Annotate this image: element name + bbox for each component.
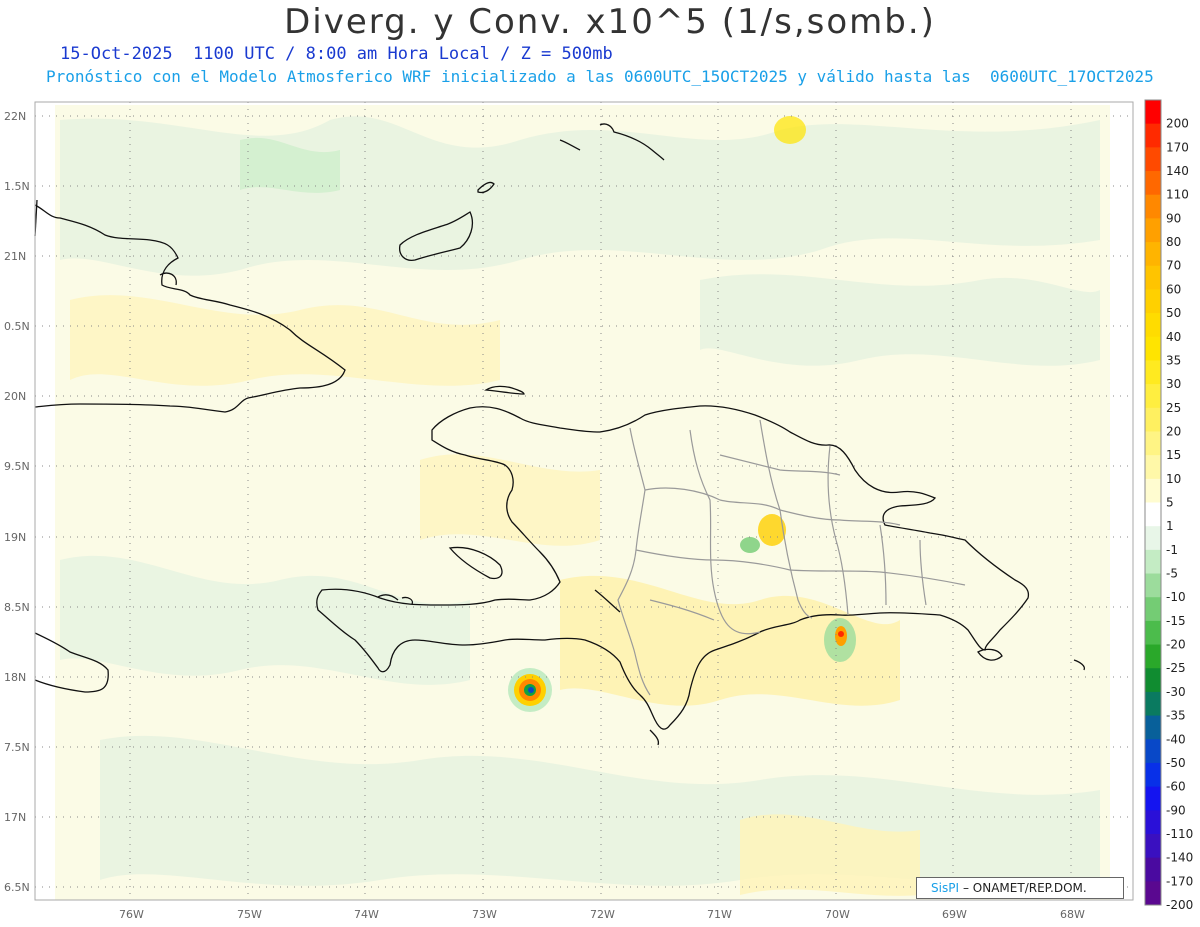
lon-label: 69W — [942, 908, 967, 921]
colorbar-swatch — [1145, 597, 1161, 622]
credit-box: SisPI – ONAMET/REP.DOM. — [916, 877, 1124, 899]
lat-label: 21N — [4, 250, 26, 263]
lat-label: 7.5N — [4, 741, 30, 754]
colorbar-label: 40 — [1166, 330, 1181, 344]
lat-label: 6.5N — [4, 881, 30, 894]
colorbar-label: -60 — [1166, 780, 1186, 794]
colorbar-swatch — [1145, 384, 1161, 409]
colorbar-label: 35 — [1166, 353, 1181, 367]
colorbar-label: 60 — [1166, 282, 1181, 296]
colorbar-swatch — [1145, 431, 1161, 456]
colorbar-swatch — [1145, 360, 1161, 385]
colorbar-swatch — [1145, 147, 1161, 172]
colorbar-label: 90 — [1166, 211, 1181, 225]
colorbar-label: 1 — [1166, 519, 1174, 533]
colorbar-swatch — [1145, 171, 1161, 196]
colorbar-swatch — [1145, 218, 1161, 243]
colorbar-swatch — [1145, 810, 1161, 835]
lat-label: 20N — [4, 390, 26, 403]
colorbar-label: -140 — [1166, 851, 1193, 865]
lat-label: 22N — [4, 110, 26, 123]
colorbar-label: 200 — [1166, 117, 1189, 131]
lon-label: 75W — [237, 908, 262, 921]
lon-label: 70W — [825, 908, 850, 921]
colorbar-label: 80 — [1166, 235, 1181, 249]
colorbar-label: -10 — [1166, 590, 1186, 604]
colorbar-label: 10 — [1166, 472, 1181, 486]
colorbar-label: -200 — [1166, 898, 1193, 912]
colorbar-swatch — [1145, 573, 1161, 598]
colorbar-label: 30 — [1166, 377, 1181, 391]
lat-label: 1.5N — [4, 180, 30, 193]
colorbar-label: -5 — [1166, 567, 1178, 581]
divergence-map: 22N 1.5N 21N 0.5N 20N 9.5N 19N 8.5N 18N … — [4, 99, 1193, 921]
colorbar-swatch — [1145, 857, 1161, 882]
colorbar-swatch — [1145, 100, 1161, 125]
lat-label: 19N — [4, 531, 26, 544]
colorbar-label: 170 — [1166, 140, 1189, 154]
colorbar-label: -30 — [1166, 685, 1186, 699]
colorbar-swatch — [1145, 194, 1161, 219]
lat-label: 0.5N — [4, 320, 30, 333]
colorbar-swatch — [1145, 313, 1161, 338]
colorbar-label: 25 — [1166, 401, 1181, 415]
lon-label: 72W — [590, 908, 615, 921]
lat-label: 9.5N — [4, 460, 30, 473]
lon-label: 73W — [472, 908, 497, 921]
colorbar-swatch — [1145, 526, 1161, 551]
colorbar-label: 70 — [1166, 259, 1181, 273]
colorbar-label: 110 — [1166, 188, 1189, 202]
lon-label: 76W — [119, 908, 144, 921]
lat-label: 8.5N — [4, 601, 30, 614]
colorbar-label: -90 — [1166, 803, 1186, 817]
colorbar-label: 50 — [1166, 306, 1181, 320]
colorbar-label: -40 — [1166, 732, 1186, 746]
colorbar-swatch — [1145, 739, 1161, 764]
colorbar-swatch — [1145, 786, 1161, 811]
colorbar-swatch — [1145, 715, 1161, 740]
colorbar-swatch — [1145, 336, 1161, 361]
colorbar-label: -15 — [1166, 614, 1186, 628]
lon-label: 68W — [1060, 908, 1085, 921]
colorbar-swatch — [1145, 881, 1161, 906]
colorbar-label: 5 — [1166, 496, 1174, 510]
colorbar-swatch — [1145, 407, 1161, 432]
colorbar-label: 20 — [1166, 424, 1181, 438]
lat-label: 17N — [4, 811, 26, 824]
colorbar-swatch — [1145, 455, 1161, 480]
colorbar-label: -170 — [1166, 874, 1193, 888]
colorbar-swatch — [1145, 265, 1161, 290]
lon-label: 71W — [707, 908, 732, 921]
colorbar-swatch — [1145, 289, 1161, 314]
colorbar-swatch — [1145, 620, 1161, 646]
colorbar-swatch — [1145, 833, 1161, 859]
colorbar: 200 170 140 110 90 80 70 60 50 40 35 30 25 20 15 10 5 1 -1… — [1144, 99, 1193, 912]
colorbar-label: -25 — [1166, 661, 1186, 675]
colorbar-swatch — [1145, 123, 1161, 148]
colorbar-label: 140 — [1166, 164, 1189, 178]
colorbar-label: -110 — [1166, 827, 1193, 841]
divergence-shading — [55, 105, 1110, 900]
colorbar-swatch — [1145, 762, 1161, 788]
colorbar-swatch — [1145, 691, 1161, 717]
credit-org: – ONAMET/REP.DOM. — [962, 881, 1087, 895]
latitude-labels: 22N 1.5N 21N 0.5N 20N 9.5N 19N 8.5N 18N … — [4, 110, 30, 894]
colorbar-swatch — [1145, 644, 1161, 669]
colorbar-swatch — [1145, 242, 1161, 267]
lon-label: 74W — [354, 908, 379, 921]
sispi-logo: SisPI — [931, 881, 959, 895]
colorbar-label: -1 — [1166, 543, 1178, 557]
colorbar-label: -20 — [1166, 638, 1186, 652]
lat-label: 18N — [4, 671, 26, 684]
colorbar-label: -50 — [1166, 756, 1186, 770]
colorbar-label: -35 — [1166, 709, 1186, 723]
colorbar-swatch — [1145, 668, 1161, 693]
colorbar-swatch — [1145, 502, 1161, 527]
colorbar-label: 15 — [1166, 448, 1181, 462]
longitude-labels: 76W 75W 74W 73W 72W 71W 70W 69W 68W — [119, 908, 1085, 921]
colorbar-swatch — [1145, 478, 1161, 503]
colorbar-swatch — [1145, 549, 1161, 575]
